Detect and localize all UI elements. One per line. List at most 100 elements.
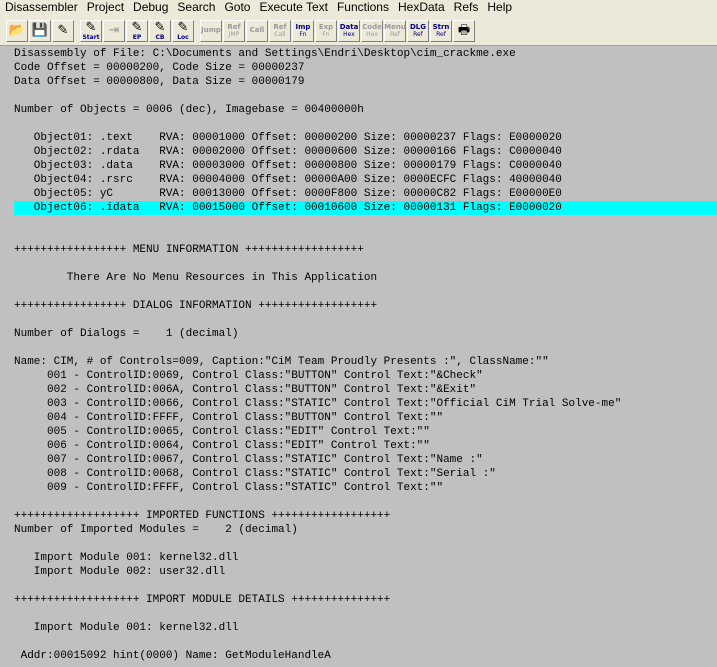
listing-line[interactable]: Object03: .data RVA: 00003000 Offset: 00… [0, 159, 717, 173]
menu-search[interactable]: Search [172, 0, 219, 16]
strn-ref-button[interactable]: Strn Ref [430, 19, 452, 42]
listing-line[interactable]: Code Offset = 00000200, Code Size = 0000… [0, 61, 717, 75]
listing-line[interactable]: 006 - ControlID:0064, Control Class:"EDI… [0, 439, 717, 453]
listing-line[interactable]: Object02: .rdata RVA: 00002000 Offset: 0… [0, 145, 717, 159]
listing-line-selected[interactable]: Object06: .idata RVA: 00015000 Offset: 0… [14, 201, 717, 215]
print-button[interactable]: 🖶 [453, 19, 475, 42]
listing-line[interactable]: Name: CIM, # of Controls=009, Caption:"C… [0, 355, 717, 369]
listing-line[interactable]: 002 - ControlID:006A, Control Class:"BUT… [0, 383, 717, 397]
data-hex-button[interactable]: Data Hex [338, 19, 360, 42]
debug-start-icon: ✎ [85, 19, 97, 35]
debug-ep-icon: ✎ [131, 19, 143, 35]
button-sub-label: Hex [366, 30, 378, 38]
button-sub-label: Ref [413, 30, 423, 38]
menu-execute-text[interactable]: Execute Text [254, 0, 331, 16]
listing-line[interactable] [0, 607, 717, 621]
print-icon: 🖶 [457, 22, 471, 38]
menu-bar: Disassembler Project Debug Search Goto Execut… [0, 0, 717, 16]
jump-icon: Jump [201, 26, 221, 34]
button-sub-label: Fn [322, 30, 330, 38]
menu-debug[interactable]: Debug [128, 0, 172, 16]
button-sub-label: Ref [390, 30, 400, 38]
listing-line[interactable]: +++++++++++++++++++ IMPORT MODULE DETAIL… [0, 593, 717, 607]
ref-call-icon: Ref [273, 22, 287, 31]
listing-line[interactable]: 003 - ControlID:0066, Control Class:"STA… [0, 397, 717, 411]
button-hint-label: Loc [177, 33, 189, 41]
listing-line[interactable]: 001 - ControlID:0069, Control Class:"BUT… [0, 369, 717, 383]
menu-hexdata[interactable]: HexData [393, 0, 449, 16]
dlg-ref-button[interactable]: DLG Ref [407, 19, 429, 42]
menu-ref-button[interactable]: Menu Ref [384, 19, 406, 42]
listing-line[interactable]: 009 - ControlID:FFFF, Control Class:"STA… [0, 481, 717, 495]
listing-line[interactable] [0, 257, 717, 271]
listing-line[interactable] [0, 89, 717, 103]
load-process-button[interactable]: ✎ [52, 19, 74, 42]
listing-line[interactable] [0, 117, 717, 131]
imp-fn-icon: Imp [295, 22, 311, 31]
listing-line[interactable]: Disassembly of File: C:\Documents and Se… [0, 47, 717, 61]
listing-line[interactable]: Object01: .text RVA: 00001000 Offset: 00… [0, 131, 717, 145]
menu-refs[interactable]: Refs [449, 0, 483, 16]
listing-line[interactable] [0, 229, 717, 243]
listing-line[interactable]: Import Module 001: kernel32.dll [0, 551, 717, 565]
listing-line[interactable]: Import Module 002: user32.dll [0, 565, 717, 579]
listing-line[interactable]: 008 - ControlID:0068, Control Class:"STA… [0, 467, 717, 481]
code-hex-icon: Code [362, 22, 382, 31]
listing-line[interactable]: Number of Dialogs = 1 (decimal) [0, 327, 717, 341]
menu-help[interactable]: Help [482, 0, 516, 16]
listing-line[interactable] [0, 341, 717, 355]
listing-line[interactable]: Object04: .rsrc RVA: 00004000 Offset: 00… [0, 173, 717, 187]
listing-line[interactable]: Number of Objects = 0006 (dec), Imagebas… [0, 103, 717, 117]
call-button[interactable]: Call [246, 19, 268, 42]
button-sub-label: Hex [343, 30, 355, 38]
ref-jump-button[interactable]: Ref JMP [223, 19, 245, 42]
listing-line[interactable]: Import Module 001: kernel32.dll [0, 621, 717, 635]
listing-line[interactable]: Addr:00015092 hint(0000) Name: GetModule… [0, 649, 717, 663]
listing-line[interactable]: Object05: yC RVA: 00013000 Offset: 0000F… [0, 187, 717, 201]
open-file-icon: 📂 [8, 22, 26, 38]
debug-loc-button[interactable]: ✎ Loc [172, 19, 194, 42]
listing-line[interactable] [0, 215, 717, 229]
listing-line[interactable]: Data Offset = 00000800, Data Size = 0000… [0, 75, 717, 89]
listing-line[interactable] [0, 635, 717, 649]
listing-line[interactable] [0, 285, 717, 299]
menu-project[interactable]: Project [82, 0, 128, 16]
dlg-ref-icon: DLG [409, 22, 427, 31]
listing-line[interactable]: 007 - ControlID:0067, Control Class:"STA… [0, 453, 717, 467]
jump-button[interactable]: Jump [200, 19, 222, 42]
menu-goto[interactable]: Goto [219, 0, 254, 16]
disassembly-listing[interactable]: Disassembly of File: C:\Documents and Se… [0, 47, 717, 667]
save-file-button[interactable]: 💾 [29, 19, 51, 42]
button-sub-label: Fn [299, 30, 307, 38]
save-file-icon: 💾 [31, 22, 49, 38]
debug-step-icon: ⇥ [108, 22, 120, 38]
listing-line[interactable]: +++++++++++++++++++ IMPORTED FUNCTIONS +… [0, 509, 717, 523]
listing-line[interactable] [0, 313, 717, 327]
menu-ref-icon: Menu [384, 22, 406, 31]
debug-cb-button[interactable]: ✎ CB [149, 19, 171, 42]
listing-line[interactable]: +++++++++++++++++ DIALOG INFORMATION +++… [0, 299, 717, 313]
listing-line[interactable]: 005 - ControlID:0065, Control Class:"EDI… [0, 425, 717, 439]
button-sub-label: JMP [228, 30, 240, 38]
listing-line[interactable]: +++++++++++++++++ MENU INFORMATION +++++… [0, 243, 717, 257]
open-file-button[interactable]: 📂 [6, 19, 28, 42]
menu-disassembler[interactable]: Disassembler [0, 0, 82, 16]
button-sub-label: Call [274, 30, 286, 38]
listing-line[interactable] [0, 495, 717, 509]
button-sub-label: Ref [436, 30, 446, 38]
debug-step-button[interactable]: ⇥ [103, 19, 125, 42]
toolbar: 📂 💾 ✎ ✎ Start ⇥ ✎ EP ✎ CB ✎ Loc Jump Ref JMP Call Ref Cal… [0, 16, 717, 46]
listing-line[interactable] [0, 537, 717, 551]
listing-line[interactable] [0, 579, 717, 593]
listing-line[interactable]: 004 - ControlID:FFFF, Control Class:"BUT… [0, 411, 717, 425]
debug-start-button[interactable]: ✎ Start [80, 19, 102, 42]
menu-functions[interactable]: Functions [332, 0, 393, 16]
code-hex-button[interactable]: Code Hex [361, 19, 383, 42]
debug-ep-button[interactable]: ✎ EP [126, 19, 148, 42]
listing-line[interactable]: There Are No Menu Resources in This Appl… [0, 271, 717, 285]
ref-call-button[interactable]: Ref Call [269, 19, 291, 42]
imp-fn-button[interactable]: Imp Fn [292, 19, 314, 42]
exp-fn-button[interactable]: Exp Fn [315, 19, 337, 42]
strn-ref-icon: Strn [432, 22, 450, 31]
listing-line[interactable]: Number of Imported Modules = 2 (decimal) [0, 523, 717, 537]
